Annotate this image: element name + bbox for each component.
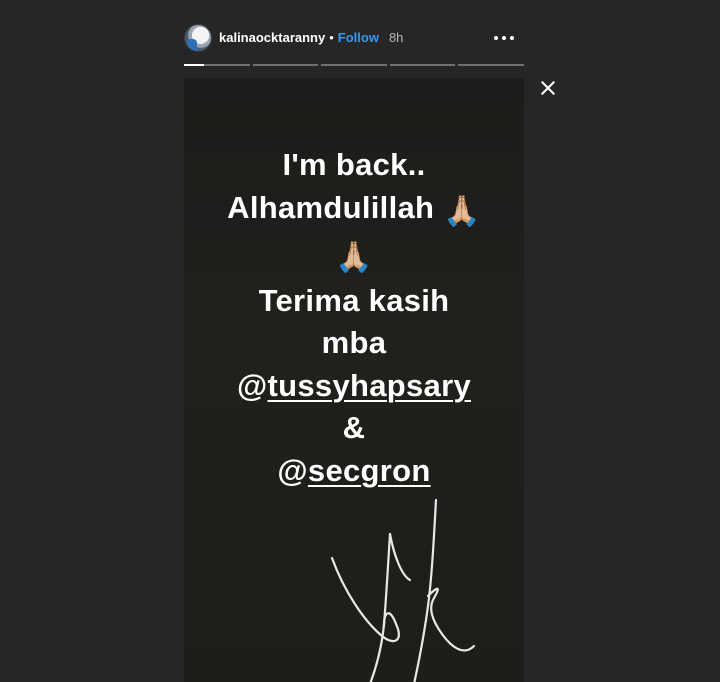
follow-button[interactable]: Follow — [338, 30, 379, 45]
more-dot — [502, 36, 506, 40]
mention-tussyhapsary[interactable]: @tussyhapsary — [184, 365, 524, 408]
story-text: I'm back.. Alhamdulillah 🙏🏼 🙏🏼 Terima ka… — [184, 144, 524, 492]
progress-segment — [321, 64, 387, 66]
more-dot — [494, 36, 498, 40]
story-line: & — [342, 410, 366, 445]
story-line: mba — [321, 325, 387, 360]
mention-secgron[interactable]: @secgron — [184, 450, 524, 493]
close-icon[interactable] — [538, 78, 558, 98]
story-line-text: Alhamdulillah — [227, 189, 435, 225]
story-meta: kalinaocktaranny • Follow 8h — [219, 30, 403, 46]
avatar[interactable] — [184, 24, 212, 52]
mention-at: @ — [277, 452, 308, 488]
praying-hands-emoji: 🙏🏼 — [443, 194, 481, 228]
progress-segment — [389, 64, 456, 66]
progress-segment — [252, 64, 319, 66]
story-line: Terima kasih — [258, 282, 450, 318]
progress-segment — [458, 64, 524, 66]
separator-dot: • — [329, 30, 334, 45]
story-media[interactable]: I'm back.. Alhamdulillah 🙏🏼 🙏🏼 Terima ka… — [184, 78, 524, 682]
story-line: I'm back.. — [282, 147, 426, 182]
signature-drawing — [330, 498, 476, 682]
username-link[interactable]: kalinaocktaranny — [219, 30, 325, 45]
mention-at: @ — [236, 367, 268, 403]
progress-segment-fill — [184, 64, 204, 66]
story-progress-bar — [184, 64, 524, 66]
story-header: kalinaocktaranny • Follow 8h — [184, 22, 524, 56]
story-line: 🙏🏼 — [184, 233, 524, 280]
more-options-icon[interactable] — [494, 28, 516, 46]
mention-handle: secgron — [307, 452, 431, 488]
progress-segment — [184, 64, 250, 66]
mention-handle: tussyhapsary — [267, 367, 471, 403]
post-time: 8h — [388, 30, 404, 45]
story-line: Alhamdulillah 🙏🏼 — [184, 187, 524, 234]
more-dot — [510, 36, 514, 40]
praying-hands-emoji: 🙏🏼 — [335, 241, 373, 274]
story-viewer: kalinaocktaranny • Follow 8h I'm back.. Alh… — [0, 0, 720, 682]
